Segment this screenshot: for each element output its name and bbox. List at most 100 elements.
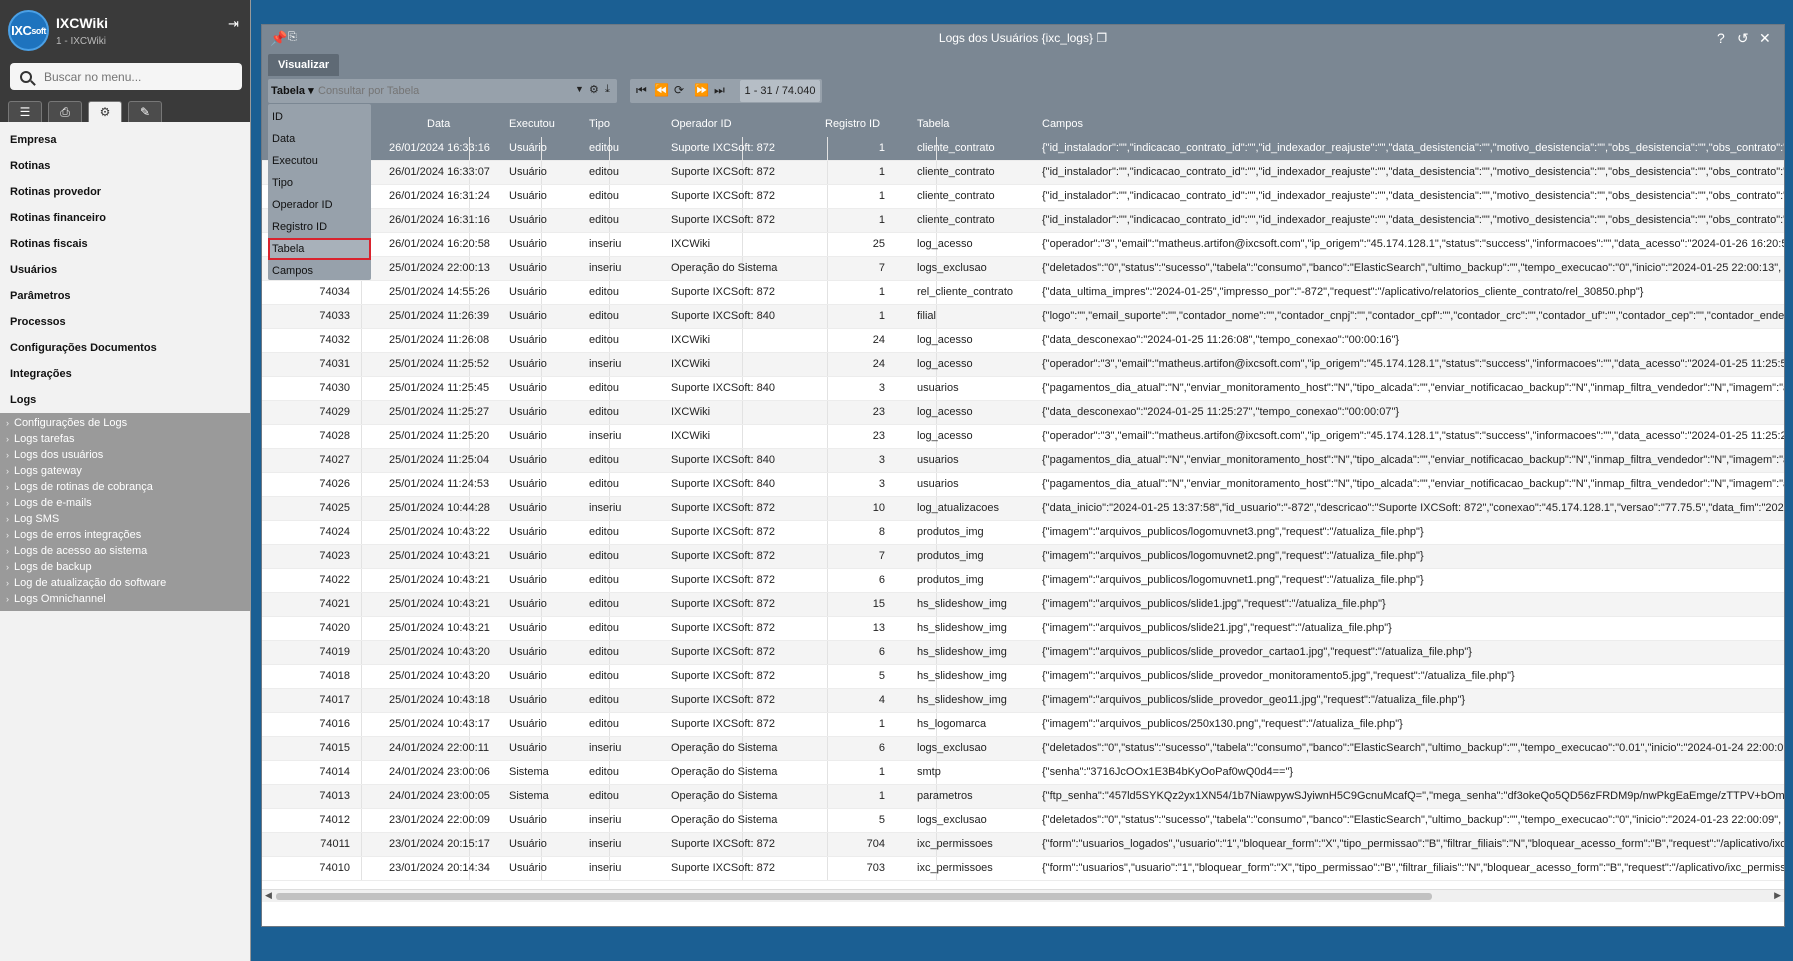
menu-item[interactable]: Empresa [0, 127, 250, 153]
app-logo[interactable]: IXC soft [8, 10, 49, 51]
table-row[interactable]: 74010 23/01/2024 20:14:34 Usuário inseriu Su… [262, 857, 1784, 881]
filter-search-input[interactable] [318, 80, 568, 102]
menu-item[interactable]: Rotinas financeiro [0, 205, 250, 231]
list-icon[interactable]: ☰ [8, 101, 42, 122]
menu-item[interactable]: Configurações Documentos [0, 335, 250, 361]
tab-visualizar[interactable]: Visualizar [268, 54, 340, 76]
logs-submenu-item[interactable]: › Logs tarefas [0, 431, 250, 447]
scroll-left-icon[interactable]: ◀ [265, 890, 272, 901]
refresh-icon[interactable]: ⟳ [674, 83, 684, 97]
sidebar-tabs: ☰ ⎙ ⚙ ✎ [8, 101, 162, 122]
dropdown-option[interactable]: Tipo [268, 172, 371, 194]
logs-submenu-item[interactable]: › Logs de e-mails [0, 495, 250, 511]
logs-submenu-item[interactable]: › Logs Omnichannel [0, 591, 250, 607]
scroll-right-icon[interactable]: ▶ [1774, 890, 1781, 901]
table-row[interactable]: 74025 25/01/2024 10:44:28 Usuário inseriu Su… [262, 497, 1784, 521]
chevron-down-icon[interactable]: ▼ [575, 84, 584, 94]
col-executou[interactable]: Executou [509, 118, 555, 130]
print-icon[interactable]: ⎙ [48, 101, 82, 122]
copy-icon[interactable]: ❐ [1096, 31, 1107, 45]
dropdown-option[interactable]: Data [268, 128, 371, 150]
col-campos[interactable]: Campos [1042, 118, 1083, 130]
table-row[interactable]: 74014 24/01/2024 23:00:06 Sistema editou Ope… [262, 761, 1784, 785]
logs-submenu-item[interactable]: › Log SMS [0, 511, 250, 527]
dropdown-option[interactable]: Executou [268, 150, 371, 172]
table-row[interactable]: 74026 25/01/2024 11:24:53 Usuário editou Sup… [262, 473, 1784, 497]
table-row[interactable]: 74019 25/01/2024 10:43:20 Usuário editou Sup… [262, 641, 1784, 665]
col-tabela[interactable]: Tabela [917, 118, 949, 130]
first-page-icon[interactable]: ⏮ [636, 83, 647, 98]
table-row[interactable]: 74018 25/01/2024 10:43:20 Usuário editou Sup… [262, 665, 1784, 689]
menu-item[interactable]: Processos [0, 309, 250, 335]
table-row[interactable]: 74028 25/01/2024 11:25:20 Usuário inseriu IX… [262, 425, 1784, 449]
table-row[interactable]: 74017 25/01/2024 10:43:18 Usuário editou Sup… [262, 689, 1784, 713]
table-row[interactable]: 74029 25/01/2024 11:25:27 Usuário editou IXC… [262, 401, 1784, 425]
table-row[interactable]: 74031 25/01/2024 11:25:52 Usuário inseriu IX… [262, 353, 1784, 377]
filter-field-select[interactable]: Tabela ▾ [271, 84, 314, 97]
close-icon[interactable]: ✕ [1759, 30, 1771, 47]
table-row[interactable]: 74033 25/01/2024 11:26:39 Usuário editou Sup… [262, 305, 1784, 329]
cell-registro: 1 [878, 310, 885, 322]
table-row[interactable]: 74012 23/01/2024 22:00:09 Usuário inseriu Op… [262, 809, 1784, 833]
logs-submenu-item[interactable]: › Configurações de Logs [0, 415, 250, 431]
next-page-icon[interactable]: ⏩ [694, 83, 709, 97]
logs-submenu-item[interactable]: › Logs de acesso ao sistema [0, 543, 250, 559]
help-icon[interactable]: ? [1717, 30, 1725, 46]
col-registro[interactable]: Registro ID [825, 118, 880, 130]
logs-submenu-item[interactable]: › Logs de erros integrações [0, 527, 250, 543]
logs-submenu-item[interactable]: › Log de atualização do software [0, 575, 250, 591]
cell-id: 74014 [319, 766, 350, 778]
table-row[interactable]: 74021 25/01/2024 10:43:21 Usuário editou Sup… [262, 593, 1784, 617]
table-row[interactable]: 74034 25/01/2024 14:55:26 Usuário editou Sup… [262, 281, 1784, 305]
col-operador[interactable]: Operador ID [671, 118, 732, 130]
dropdown-option[interactable]: Registro ID [268, 216, 371, 238]
menu-item[interactable]: Rotinas provedor [0, 179, 250, 205]
table-row[interactable]: 74016 25/01/2024 10:43:17 Usuário editou Sup… [262, 713, 1784, 737]
table-row[interactable]: 7403525/01/2024 22:00:13UsuárioinseriuOp… [262, 257, 1784, 281]
logs-submenu-item[interactable]: › Logs gateway [0, 463, 250, 479]
table-row[interactable]: 74015 24/01/2024 22:00:11 Usuário inseriu Op… [262, 737, 1784, 761]
history-icon[interactable]: ↺ [1737, 30, 1749, 47]
table-row[interactable]: 7404026/01/2024 16:33:16UsuárioeditouSup… [262, 137, 1784, 161]
cell-registro: 704 [866, 838, 885, 850]
table-row[interactable]: 7403726/01/2024 16:31:16UsuárioeditouSup… [262, 209, 1784, 233]
dropdown-option[interactable]: ID [268, 106, 371, 128]
table-row[interactable]: 74023 25/01/2024 10:43:21 Usuário editou Sup… [262, 545, 1784, 569]
table-row[interactable]: 7403926/01/2024 16:33:07UsuárioeditouSup… [262, 161, 1784, 185]
table-row[interactable]: 74020 25/01/2024 10:43:21 Usuário editou Sup… [262, 617, 1784, 641]
table-row[interactable]: 7403626/01/2024 16:20:58UsuárioinseriuIX… [262, 233, 1784, 257]
col-data[interactable]: Data [427, 118, 450, 130]
menu-item[interactable]: Usuários [0, 257, 250, 283]
menu-search[interactable] [10, 63, 242, 90]
menu-item[interactable]: Integrações [0, 361, 250, 387]
scrollbar-thumb[interactable] [276, 893, 1432, 900]
logs-submenu-item[interactable]: › Logs dos usuários [0, 447, 250, 463]
menu-search-input[interactable] [44, 69, 224, 84]
logs-submenu-item[interactable]: › Logs de backup [0, 559, 250, 575]
table-row[interactable]: 74027 25/01/2024 11:25:04 Usuário editou Sup… [262, 449, 1784, 473]
menu-item[interactable]: Rotinas fiscais [0, 231, 250, 257]
logout-icon[interactable]: ⇥ [228, 16, 244, 31]
gears-icon[interactable]: ⚙ [88, 101, 122, 122]
advanced-filter-icon[interactable]: ⚙ [589, 83, 599, 96]
prev-page-icon[interactable]: ⏪ [654, 83, 669, 97]
table-row[interactable]: 74032 25/01/2024 11:26:08 Usuário editou IXC… [262, 329, 1784, 353]
table-row[interactable]: 74013 24/01/2024 23:00:05 Sistema editou Ope… [262, 785, 1784, 809]
col-tipo[interactable]: Tipo [589, 118, 610, 130]
table-row[interactable]: 74030 25/01/2024 11:25:45 Usuário editou Sup… [262, 377, 1784, 401]
wrench-icon[interactable]: ✎ [128, 101, 162, 122]
menu-item[interactable]: Parâmetros [0, 283, 250, 309]
menu-item[interactable]: Rotinas [0, 153, 250, 179]
table-row[interactable]: 74024 25/01/2024 10:43:22 Usuário editou Sup… [262, 521, 1784, 545]
table-row[interactable]: 74011 23/01/2024 20:15:17 Usuário inseriu Su… [262, 833, 1784, 857]
menu-item-logs[interactable]: Logs [0, 387, 250, 413]
horizontal-scrollbar[interactable]: ◀ ▶ [262, 889, 1784, 902]
last-page-icon[interactable]: ⏭ [714, 83, 725, 98]
dropdown-option[interactable]: Operador ID [268, 194, 371, 216]
table-row[interactable]: 7403826/01/2024 16:31:24UsuárioeditouSup… [262, 185, 1784, 209]
dropdown-option[interactable]: Campos [268, 260, 371, 282]
download-icon[interactable]: ⤓ [605, 83, 610, 96]
logs-submenu-item[interactable]: › Logs de rotinas de cobrança [0, 479, 250, 495]
table-row[interactable]: 74022 25/01/2024 10:43:21 Usuário editou Sup… [262, 569, 1784, 593]
dropdown-option[interactable]: Tabela [268, 238, 371, 260]
